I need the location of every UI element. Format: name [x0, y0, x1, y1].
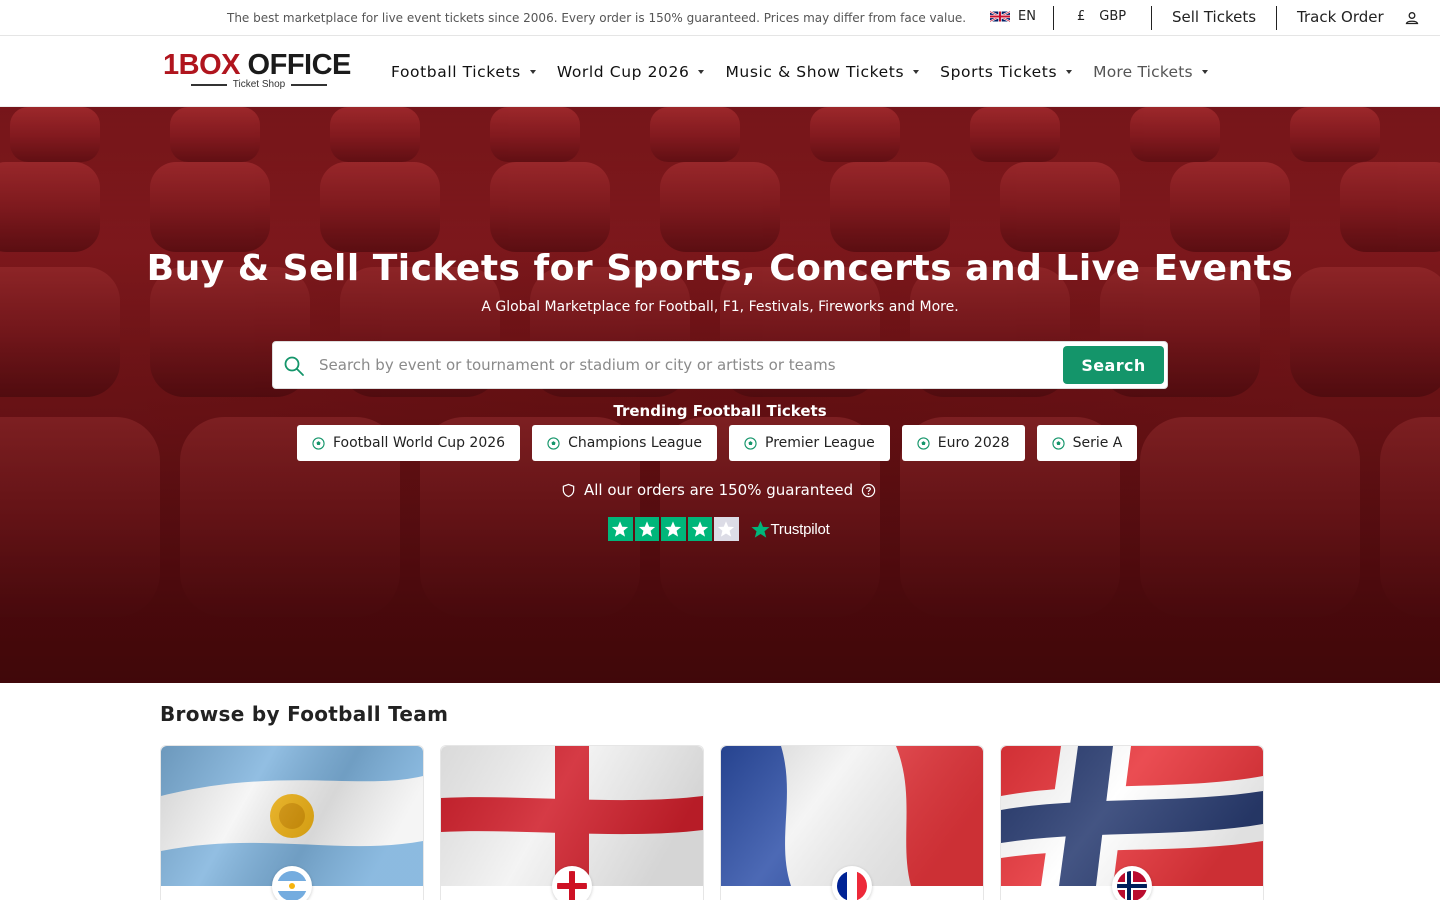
- star-filled-icon: [661, 517, 686, 541]
- team-card-france[interactable]: [720, 745, 984, 900]
- search-input[interactable]: [319, 350, 1049, 380]
- nav-item-world-cup-2026[interactable]: World Cup 2026: [557, 62, 705, 81]
- trending-title: Trending Football Tickets: [613, 402, 827, 420]
- caret-down-icon: [913, 69, 920, 74]
- hero-overlay: [0, 107, 1440, 683]
- currency-label: GBP: [1099, 9, 1127, 24]
- england-flag-icon: [552, 866, 592, 900]
- football-icon: [744, 436, 757, 450]
- football-icon: [1051, 436, 1065, 450]
- team-card-england[interactable]: [440, 745, 704, 900]
- trustpilot-rating[interactable]: Trustpilot: [608, 517, 830, 541]
- france-flag-image: [721, 746, 983, 886]
- logo-number: 1: [163, 49, 179, 81]
- caret-down-icon: [698, 69, 705, 74]
- top-bar: The best marketplace for live event tick…: [0, 0, 1440, 36]
- guarantee-notice: All our orders are 150% guaranteed: [561, 481, 876, 499]
- trending-chip-euro-2028[interactable]: Euro 2028: [901, 425, 1025, 461]
- shield-icon: [562, 483, 575, 497]
- uk-flag-icon: [990, 10, 1010, 23]
- track-order-link[interactable]: Track Order: [1297, 8, 1384, 26]
- trustpilot-logo: Trustpilot: [750, 520, 830, 539]
- nav-item-football-tickets[interactable]: Football Tickets: [391, 62, 536, 81]
- hero-subtitle: A Global Marketplace for Football, F1, F…: [481, 299, 959, 315]
- logo-box: BOX: [178, 49, 241, 81]
- hero-title: Buy & Sell Tickets for Sports, Concerts …: [146, 248, 1294, 289]
- hero-banner: Buy & Sell Tickets for Sports, Concerts …: [0, 107, 1440, 683]
- france-flag-icon: [832, 866, 872, 900]
- logo-office: OFFICE: [247, 49, 352, 81]
- team-card-norway[interactable]: [1000, 745, 1264, 900]
- norway-flag-icon: [1112, 866, 1152, 900]
- divider: [1276, 6, 1277, 30]
- trending-chip-champions-league[interactable]: Champions League: [532, 425, 718, 461]
- site-logo[interactable]: 1BOX OFFICE Ticket Shop: [163, 50, 358, 94]
- nav-item-more-tickets[interactable]: More Tickets: [1093, 63, 1208, 81]
- nav-menu: Football Tickets World Cup 2026 Music & …: [391, 62, 1229, 81]
- nav-item-sports-tickets[interactable]: Sports Tickets: [940, 62, 1073, 81]
- trending-chip-serie-a[interactable]: Serie A: [1036, 425, 1138, 461]
- football-icon: [312, 436, 325, 450]
- football-icon: [917, 436, 930, 450]
- star-filled-icon: [608, 517, 633, 541]
- trending-chip-world-cup-2026[interactable]: Football World Cup 2026: [297, 425, 521, 461]
- search-bar: Search: [272, 341, 1168, 389]
- logo-subtitle: Ticket Shop: [232, 79, 286, 90]
- help-icon[interactable]: [861, 483, 876, 498]
- star-filled-icon: [687, 517, 712, 541]
- team-cards: [160, 745, 1264, 900]
- language-label: EN: [1018, 9, 1036, 24]
- guarantee-text: All our orders are 150% guaranteed: [584, 481, 854, 499]
- search-button[interactable]: Search: [1063, 346, 1164, 384]
- sell-tickets-link[interactable]: Sell Tickets: [1172, 8, 1256, 26]
- caret-down-icon: [1201, 70, 1208, 74]
- caret-down-icon: [529, 69, 536, 74]
- trending-chip-premier-league[interactable]: Premier League: [729, 425, 890, 461]
- site-tagline: The best marketplace for live event tick…: [227, 11, 967, 25]
- star-filled-icon: [634, 517, 659, 541]
- language-selector[interactable]: EN: [990, 9, 1036, 24]
- pound-icon: £: [1077, 9, 1086, 24]
- argentina-flag-icon: [272, 866, 312, 900]
- trending-chips: Football World Cup 2026 Champions League…: [297, 425, 1138, 461]
- caret-down-icon: [1066, 69, 1073, 74]
- divider: [1053, 6, 1054, 30]
- norway-flag-image: [1001, 746, 1263, 886]
- user-icon[interactable]: [1404, 10, 1420, 26]
- divider: [1151, 6, 1152, 30]
- team-card-argentina[interactable]: [160, 745, 424, 900]
- search-icon: [284, 356, 304, 376]
- currency-selector[interactable]: £ GBP: [1077, 9, 1126, 24]
- football-icon: [547, 436, 560, 450]
- rating-stars: [608, 517, 739, 541]
- star-empty-icon: [714, 517, 739, 541]
- browse-section-title: Browse by Football Team: [160, 702, 449, 726]
- nav-item-music-show-tickets[interactable]: Music & Show Tickets: [725, 62, 920, 81]
- trustpilot-star-icon: [750, 520, 770, 538]
- argentina-flag-image: [161, 746, 423, 886]
- england-flag-image: [441, 746, 703, 886]
- main-nav: 1BOX OFFICE Ticket Shop Football Tickets…: [0, 36, 1440, 107]
